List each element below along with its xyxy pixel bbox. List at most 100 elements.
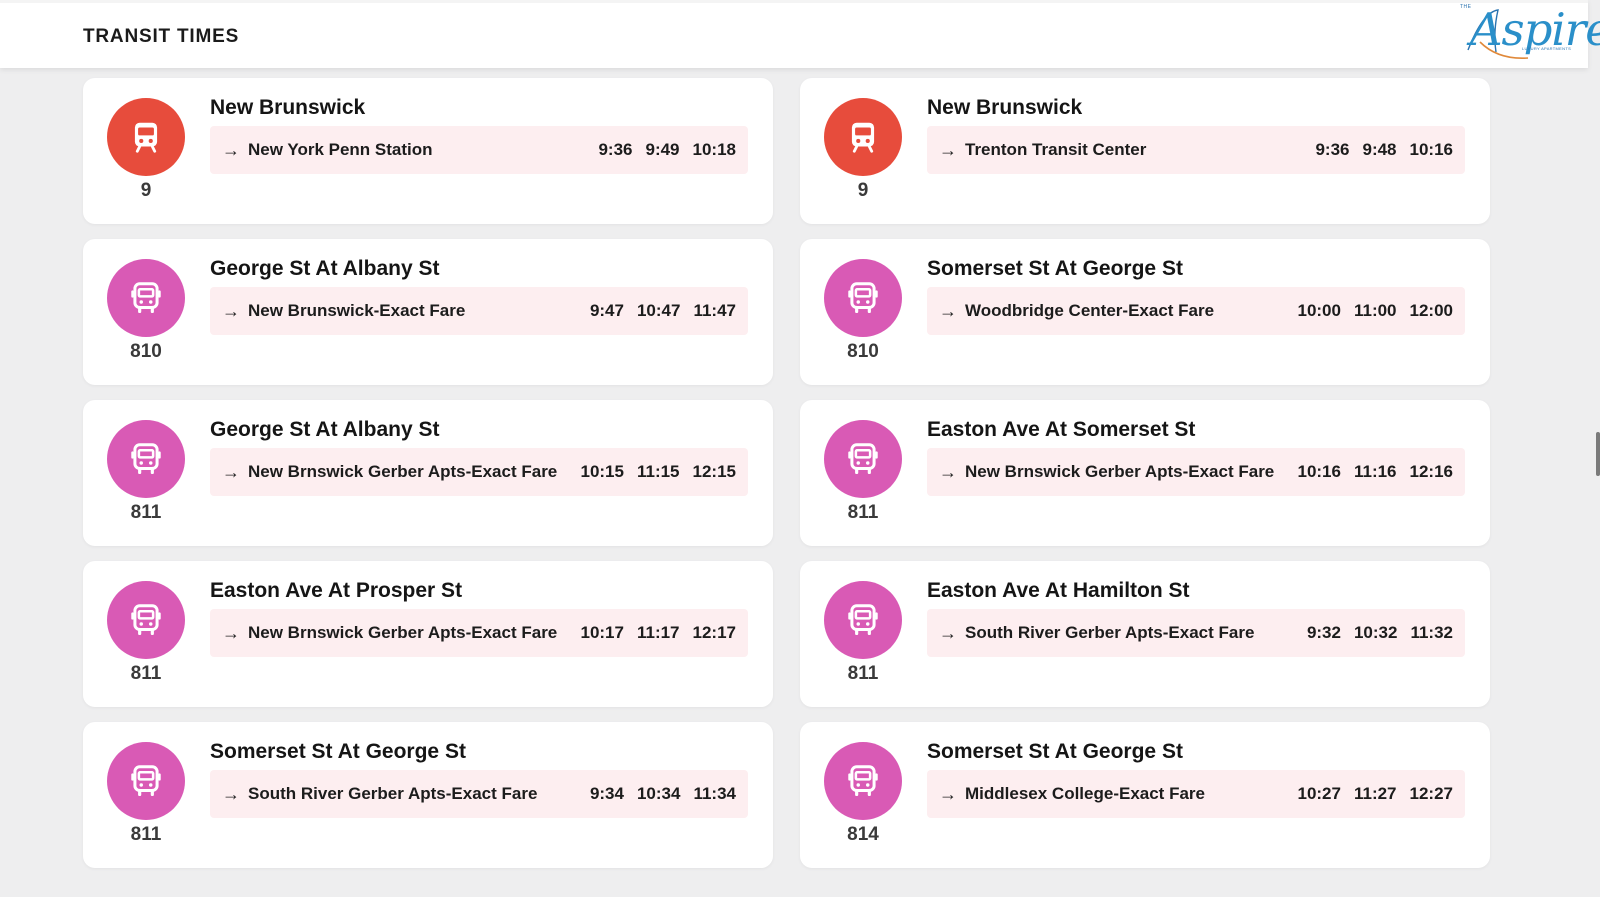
- departure-time: 9:32: [1306, 623, 1341, 642]
- transit-card[interactable]: 811 Easton Ave At Hamilton St → South River…: [800, 561, 1490, 707]
- train-icon: [107, 98, 185, 176]
- train-icon: [824, 98, 902, 176]
- transit-card[interactable]: 810 George St At Albany St → New Brunswick-…: [83, 239, 773, 385]
- departure-times: 10:15 11:15 12:15: [580, 462, 736, 482]
- scrollbar-thumb[interactable]: [1596, 432, 1600, 476]
- departure-time: 10:15: [580, 462, 624, 481]
- destination-name: Trenton Transit Center: [965, 140, 1147, 159]
- destination-name: South River Gerber Apts-Exact Fare: [248, 784, 538, 803]
- destination-row[interactable]: → South River Gerber Apts-Exact Fare 9:34 1…: [210, 770, 748, 818]
- departure-time: 12:15: [692, 462, 736, 481]
- stop-name: New Brunswick: [210, 96, 366, 119]
- destination-row[interactable]: → South River Gerber Apts-Exact Fare 9:32 1…: [927, 609, 1465, 657]
- destination-row[interactable]: → New Brunswick-Exact Fare 9:47 10:47 11:47: [210, 287, 748, 335]
- departure-times: 9:47 10:47 11:47: [590, 301, 736, 321]
- arrow-right-icon: →: [939, 139, 957, 160]
- departure-time: 9:48: [1362, 140, 1397, 159]
- stop-name: Easton Ave At Somerset St: [927, 418, 1196, 441]
- departure-time: 10:18: [692, 140, 736, 159]
- transit-card[interactable]: 814 Somerset St At George St → Middlesex Co…: [800, 722, 1490, 868]
- destination-name: South River Gerber Apts-Exact Fare: [965, 623, 1255, 642]
- arrow-right-icon: →: [222, 783, 240, 804]
- logo-tagline: LUXURY APARTMENTS: [1522, 46, 1572, 51]
- route-number: 811: [130, 502, 162, 523]
- departure-time: 10:32: [1353, 623, 1398, 642]
- bus-icon: [824, 581, 902, 659]
- stop-name: Somerset St At George St: [927, 257, 1183, 280]
- destination-row[interactable]: → Trenton Transit Center 9:36 9:48 10:16: [927, 126, 1465, 174]
- stop-name: George St At Albany St: [210, 418, 440, 441]
- destination-row[interactable]: → Woodbridge Center-Exact Fare 10:00 11:00 1…: [927, 287, 1465, 335]
- bus-icon: [107, 742, 185, 820]
- departure-time: 9:47: [589, 301, 624, 320]
- header-bar: TRANSIT TIMES: [0, 0, 1588, 68]
- route-number: 811: [130, 663, 162, 684]
- departure-times: 10:27 11:27 12:27: [1297, 784, 1453, 804]
- destination-name: Woodbridge Center-Exact Fare: [965, 301, 1215, 320]
- transit-card[interactable]: 811 George St At Albany St → New Brnswick G…: [83, 400, 773, 546]
- departure-time: 11:16: [1353, 462, 1397, 481]
- departure-time: 12:27: [1409, 784, 1453, 803]
- arrow-right-icon: →: [939, 461, 957, 482]
- arrow-right-icon: →: [222, 139, 240, 160]
- departure-times: 10:00 11:00 12:00: [1297, 301, 1453, 321]
- destination-name: New Brnswick Gerber Apts-Exact Fare: [248, 623, 558, 642]
- departure-times: 9:34 10:34 11:34: [590, 784, 736, 804]
- stop-name: New Brunswick: [927, 96, 1083, 119]
- arrow-right-icon: →: [939, 300, 957, 321]
- transit-card[interactable]: 810 Somerset St At George St → Woodbridge C…: [800, 239, 1490, 385]
- transit-card[interactable]: 9 New Brunswick → New York Penn Station 9:36…: [83, 78, 773, 224]
- destination-row[interactable]: → New Brnswick Gerber Apts-Exact Fare 10:1…: [210, 609, 748, 657]
- route-number: 811: [847, 663, 879, 684]
- departure-time: 9:49: [645, 140, 680, 159]
- bus-icon: [107, 581, 185, 659]
- departure-time: 11:47: [693, 301, 736, 320]
- bus-icon: [824, 742, 902, 820]
- destination-name: New York Penn Station: [248, 140, 433, 159]
- stop-name: Somerset St At George St: [210, 740, 466, 763]
- bus-icon: [107, 259, 185, 337]
- arrow-right-icon: →: [939, 783, 957, 804]
- departure-time: 11:27: [1353, 784, 1397, 803]
- destination-row[interactable]: → New York Penn Station 9:36 9:49 10:18: [210, 126, 748, 174]
- stop-name: Easton Ave At Hamilton St: [927, 579, 1190, 602]
- top-divider: [0, 0, 1588, 3]
- arrow-right-icon: →: [222, 300, 240, 321]
- arrow-right-icon: →: [222, 461, 240, 482]
- departure-time: 9:36: [598, 140, 633, 159]
- bus-icon: [824, 420, 902, 498]
- departure-time: 10:34: [636, 784, 681, 803]
- departure-time: 10:16: [1409, 140, 1453, 159]
- departure-time: 12:16: [1409, 462, 1453, 481]
- departure-time: 10:00: [1297, 301, 1341, 320]
- transit-card[interactable]: 9 New Brunswick → Trenton Transit Center 9:3…: [800, 78, 1490, 224]
- departure-time: 10:16: [1297, 462, 1341, 481]
- departure-times: 9:36 9:49 10:18: [598, 140, 736, 160]
- destination-row[interactable]: → New Brnswick Gerber Apts-Exact Fare 10:1…: [210, 448, 748, 496]
- transit-card[interactable]: 811 Easton Ave At Somerset St → New Brnswic…: [800, 400, 1490, 546]
- arrow-right-icon: →: [939, 622, 957, 643]
- stop-name: Somerset St At George St: [927, 740, 1183, 763]
- stop-name: Easton Ave At Prosper St: [210, 579, 463, 602]
- route-number: 810: [130, 341, 162, 362]
- page-title: TRANSIT TIMES: [83, 26, 240, 47]
- bus-icon: [824, 259, 902, 337]
- departure-time: 11:00: [1353, 301, 1397, 320]
- destination-row[interactable]: → Middlesex College-Exact Fare 10:27 11:27 1…: [927, 770, 1465, 818]
- destination-name: Middlesex College-Exact Fare: [965, 784, 1205, 803]
- departure-time: 10:47: [636, 301, 681, 320]
- route-number: 810: [847, 341, 879, 362]
- departure-time: 11:32: [1410, 623, 1453, 642]
- transit-card[interactable]: 811 Easton Ave At Prosper St → New Brnswick…: [83, 561, 773, 707]
- destination-row[interactable]: → New Brnswick Gerber Apts-Exact Fare 10:1…: [927, 448, 1465, 496]
- destination-name: New Brnswick Gerber Apts-Exact Fare: [248, 462, 558, 481]
- arrow-right-icon: →: [222, 622, 240, 643]
- transit-grid: 9 New Brunswick → New York Penn Station 9:36…: [83, 78, 1505, 897]
- departure-time: 11:15: [636, 462, 680, 481]
- departure-times: 9:32 10:32 11:32: [1307, 623, 1453, 643]
- departure-time: 11:34: [693, 784, 736, 803]
- transit-card[interactable]: 811 Somerset St At George St → South River …: [83, 722, 773, 868]
- departure-time: 9:34: [589, 784, 624, 803]
- stop-name: George St At Albany St: [210, 257, 440, 280]
- route-number: 811: [847, 502, 879, 523]
